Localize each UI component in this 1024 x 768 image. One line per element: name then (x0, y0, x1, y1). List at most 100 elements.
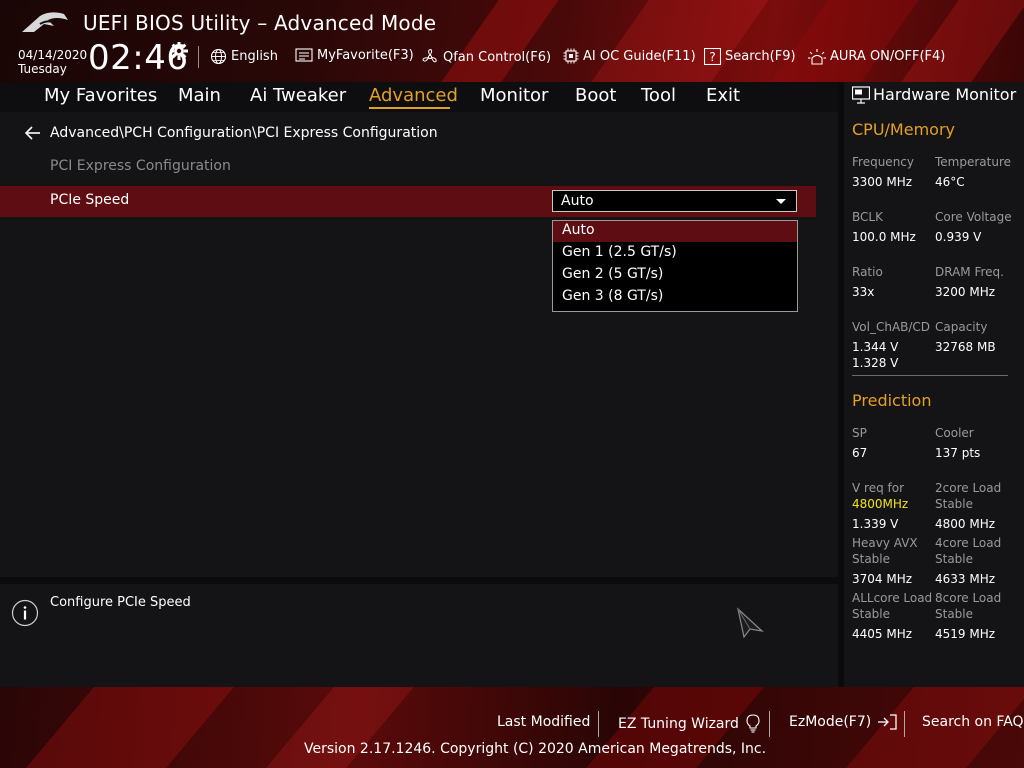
heavy-avx-label: Heavy AVX (852, 536, 918, 550)
heavy-avx-value: 3704 MHz (852, 572, 913, 586)
clock-settings-gear-icon[interactable] (170, 42, 188, 60)
capacity-label: Capacity (935, 320, 988, 334)
tab-exit[interactable]: Exit (706, 85, 740, 106)
cpu-memory-heading: CPU/Memory (852, 120, 955, 139)
vol-chcd-value: 1.328 V (852, 356, 899, 370)
search-faq-button[interactable]: Search on FAQ (922, 714, 1024, 730)
ai-oc-guide-label: AI OC Guide(F11) (583, 48, 696, 64)
core4-value: 4633 MHz (935, 572, 996, 586)
tab-tool[interactable]: Tool (641, 85, 676, 106)
dram-freq-label: DRAM Freq. (935, 265, 1004, 279)
capacity-value: 32768 MB (935, 340, 996, 354)
search-button[interactable]: ? Search(F9) (704, 48, 796, 65)
core-voltage-label: Core Voltage (935, 210, 1012, 224)
app-title: UEFI BIOS Utility – Advanced Mode (83, 11, 437, 35)
back-arrow-icon[interactable] (24, 124, 42, 142)
ez-tuning-wizard-button[interactable]: EZ Tuning Wizard (618, 714, 761, 733)
language-button[interactable]: English (210, 48, 278, 65)
core8-stable-label: Stable (935, 607, 974, 621)
ratio-value: 33x (852, 285, 875, 299)
language-label: English (231, 49, 278, 64)
cooler-value: 137 pts (935, 446, 981, 460)
allcore-value: 4405 MHz (852, 627, 913, 641)
allcore-stable-label: Stable (852, 607, 891, 621)
temperature-label: Temperature (935, 155, 1012, 169)
vol-chab-cd-label: Vol_ChAB/CD (852, 320, 931, 334)
ezmode-label: EzMode(F7) (789, 714, 872, 730)
bclk-label: BCLK (852, 210, 883, 224)
ez-tuning-wizard-label: EZ Tuning Wizard (618, 715, 739, 732)
frequency-value: 3300 MHz (852, 175, 913, 189)
tab-advanced[interactable]: Advanced (369, 85, 458, 106)
vreq-label: V req for (852, 481, 905, 495)
heavy-avx-stable-label: Stable (852, 552, 891, 566)
footer-divider (598, 711, 599, 737)
qfan-control-label: Qfan Control(F6) (443, 49, 552, 65)
hw-monitor-divider (852, 375, 1008, 376)
tab-monitor[interactable]: Monitor (480, 85, 548, 106)
help-text: Configure PCIe Speed (50, 595, 191, 610)
core8-value: 4519 MHz (935, 627, 996, 641)
ai-oc-guide-button[interactable]: AI OC Guide(F11) (563, 48, 696, 64)
section-title: PCI Express Configuration (50, 158, 231, 174)
footer-divider (904, 711, 905, 737)
core2-load-label: 2core Load (935, 481, 1002, 495)
vreq-frequency: 4800MHz (852, 497, 909, 511)
main-content-panel (0, 112, 838, 577)
prediction-heading: Prediction (852, 391, 932, 410)
dram-freq-value: 3200 MHz (935, 285, 996, 299)
monitor-icon (852, 86, 870, 104)
pcie-speed-select[interactable]: Auto (552, 190, 797, 212)
mouse-cursor-icon (737, 607, 764, 639)
myfavorite-button[interactable]: MyFavorite(F3) (295, 48, 414, 63)
search-faq-label: Search on FAQ (922, 714, 1024, 730)
core-voltage-value: 0.939 V (935, 230, 982, 244)
cooler-label: Cooler (935, 426, 974, 440)
temperature-value: 46°C (935, 175, 965, 189)
info-icon (11, 599, 39, 627)
frequency-label: Frequency (852, 155, 914, 169)
ezmode-button[interactable]: EzMode(F7) (789, 714, 897, 730)
dropdown-option-gen2[interactable]: Gen 2 (5 GT/s) (553, 265, 797, 286)
aura-light-icon (808, 49, 826, 65)
search-label: Search(F9) (725, 49, 796, 64)
dropdown-option-gen1[interactable]: Gen 1 (2.5 GT/s) (553, 243, 797, 264)
date-display: 04/14/2020 (18, 48, 88, 62)
core8-load-label: 8core Load (935, 591, 1002, 605)
core4-stable-label: Stable (935, 552, 974, 566)
allcore-load-label: ALLcore Load (852, 591, 933, 605)
last-modified-label: Last Modified (497, 714, 591, 730)
help-separator (0, 577, 838, 584)
sp-label: SP (852, 426, 867, 440)
last-modified-button[interactable]: Last Modified (497, 714, 590, 730)
myfavorite-label: MyFavorite(F3) (317, 48, 414, 63)
setting-label-pcie-speed: PCIe Speed (50, 192, 130, 208)
header-divider (198, 46, 199, 68)
tab-my-favorites[interactable]: My Favorites (44, 85, 157, 106)
tab-boot[interactable]: Boot (575, 85, 616, 106)
bclk-value: 100.0 MHz (852, 230, 916, 244)
tab-ai-tweaker[interactable]: Ai Tweaker (250, 85, 346, 106)
core2-stable-label: Stable (935, 497, 974, 511)
dropdown-option-gen3[interactable]: Gen 3 (8 GT/s) (553, 287, 797, 308)
svg-text:?: ? (709, 50, 715, 64)
vol-chab-value: 1.344 V (852, 340, 899, 354)
dropdown-option-auto[interactable]: Auto (553, 221, 797, 242)
core2-value: 4800 MHz (935, 517, 996, 531)
ai-chip-icon (563, 48, 579, 64)
sp-value: 67 (852, 446, 868, 460)
day-display: Tuesday (18, 62, 67, 76)
lightbulb-icon (746, 714, 760, 733)
aura-toggle-button[interactable]: AURA ON/OFF(F4) (808, 48, 945, 65)
version-text: Version 2.17.1246. Copyright (C) 2020 Am… (304, 741, 767, 757)
globe-icon (210, 48, 227, 65)
favorite-list-icon (295, 48, 313, 62)
chevron-down-icon (776, 199, 786, 204)
ratio-label: Ratio (852, 265, 883, 279)
rog-logo-icon (22, 12, 68, 32)
exit-to-ezmode-icon (878, 714, 897, 730)
vreq-value: 1.339 V (852, 517, 899, 531)
tab-main[interactable]: Main (178, 85, 221, 106)
qfan-control-button[interactable]: Qfan Control(F6) (421, 48, 551, 66)
fan-icon (422, 48, 437, 63)
